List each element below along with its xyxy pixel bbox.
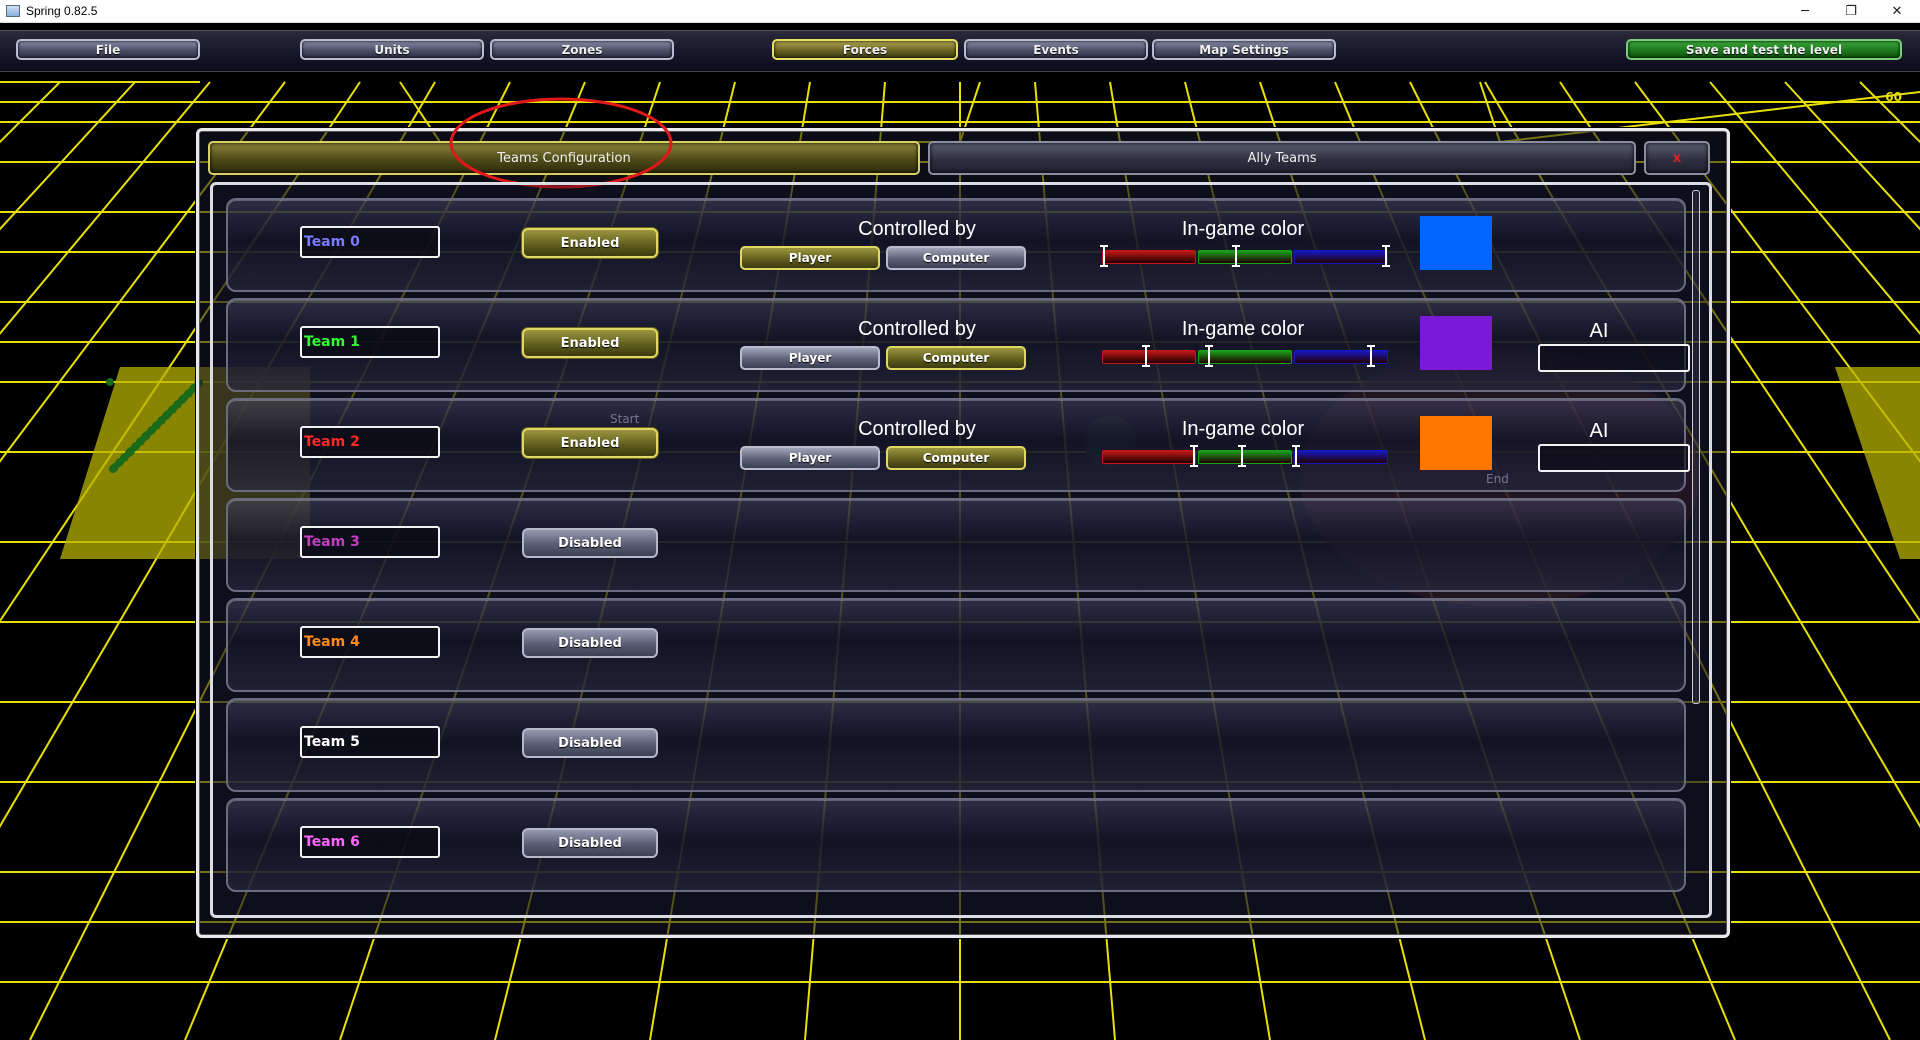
blue-channel-slider[interactable]	[1294, 245, 1390, 267]
green-channel-slider[interactable]	[1198, 245, 1292, 267]
red-channel-slider[interactable]	[1102, 345, 1196, 367]
team-color-swatch	[1420, 216, 1492, 270]
team-status-toggle[interactable]: Disabled	[522, 828, 658, 858]
team-color-swatch	[1420, 416, 1492, 470]
team-row: Team 2 Enabled Controlled by Player Computer…	[226, 398, 1690, 492]
team-name-field[interactable]: Team 0	[300, 226, 440, 258]
blue-channel-slider[interactable]	[1294, 345, 1388, 367]
slider-handle[interactable]	[1142, 345, 1150, 367]
slider-handle[interactable]	[1205, 345, 1213, 367]
dialog-close-button[interactable]: x	[1644, 141, 1710, 175]
menu-units[interactable]: Units	[300, 39, 484, 60]
team-status-toggle[interactable]: Disabled	[522, 528, 658, 558]
blue-channel-slider[interactable]	[1292, 445, 1388, 467]
team-name-field[interactable]: Team 2	[300, 426, 440, 458]
player-button[interactable]: Player	[740, 246, 880, 270]
team-color-swatch	[1420, 316, 1492, 370]
player-button[interactable]: Player	[740, 446, 880, 470]
ingame-color-label: In-game color	[1181, 218, 1305, 240]
window-title: Spring 0.82.5	[26, 4, 98, 18]
team-row: Team 5 Disabled	[226, 698, 1686, 792]
ingame-color-label: In-game color	[1181, 318, 1305, 340]
controlled-by-label: Controlled by	[858, 318, 976, 340]
team-row: Team 3 Disabled	[226, 498, 1686, 592]
map-yellow-zone-right	[1835, 367, 1920, 559]
team-status-toggle[interactable]: Disabled	[522, 728, 658, 758]
restore-button[interactable]: ❐	[1828, 0, 1874, 22]
teams-list-scrollbar[interactable]	[1692, 190, 1700, 704]
ai-name-field[interactable]	[1538, 444, 1690, 472]
minimize-button[interactable]: ─	[1782, 0, 1828, 22]
ai-label: AI	[1589, 420, 1609, 442]
menu-zones[interactable]: Zones	[490, 39, 674, 60]
slider-handle[interactable]	[1232, 245, 1240, 267]
app-icon	[6, 5, 20, 17]
computer-button[interactable]: Computer	[886, 246, 1026, 270]
tab-teams-configuration[interactable]: Teams Configuration	[208, 141, 920, 175]
team-row: Team 0 Enabled Controlled by Player Computer…	[226, 198, 1686, 292]
team-name-field[interactable]: Team 6	[300, 826, 440, 858]
team-name-field[interactable]: Team 1	[300, 326, 440, 358]
map-end-marker: End	[1486, 472, 1509, 486]
controlled-by-label: Controlled by	[858, 418, 976, 440]
green-channel-slider[interactable]	[1198, 445, 1292, 467]
editor-menu-bar: File Units Zones Forces Events Map Setti…	[0, 30, 1920, 72]
team-status-toggle[interactable]: Enabled	[522, 428, 658, 458]
team-name-field[interactable]: Team 5	[300, 726, 440, 758]
ai-name-field[interactable]	[1538, 344, 1690, 372]
team-row: Team 6 Disabled	[226, 798, 1686, 892]
slider-handle[interactable]	[1238, 445, 1246, 467]
close-window-button[interactable]: ✕	[1874, 0, 1920, 22]
red-channel-slider[interactable]	[1102, 445, 1198, 467]
team-status-toggle[interactable]: Enabled	[522, 228, 658, 258]
tab-ally-teams[interactable]: Ally Teams	[928, 141, 1636, 175]
team-row: Team 4 Disabled	[226, 598, 1686, 692]
green-channel-slider[interactable]	[1198, 345, 1292, 367]
menu-map-settings[interactable]: Map Settings	[1152, 39, 1336, 60]
slider-handle[interactable]	[1190, 445, 1198, 467]
menu-forces[interactable]: Forces	[772, 39, 958, 60]
save-and-test-button[interactable]: Save and test the level	[1626, 39, 1902, 60]
slider-handle[interactable]	[1382, 245, 1390, 267]
team-status-toggle[interactable]: Enabled	[522, 328, 658, 358]
fps-counter: 60	[1885, 90, 1902, 104]
menu-events[interactable]: Events	[964, 39, 1148, 60]
slider-handle[interactable]	[1292, 445, 1300, 467]
slider-handle[interactable]	[1100, 245, 1108, 267]
team-name-field[interactable]: Team 3	[300, 526, 440, 558]
player-button[interactable]: Player	[740, 346, 880, 370]
team-row: Team 1 Enabled Controlled by Player Computer…	[226, 298, 1690, 392]
red-channel-slider[interactable]	[1100, 245, 1196, 267]
team-name-field[interactable]: Team 4	[300, 626, 440, 658]
ai-label: AI	[1589, 320, 1609, 342]
map-start-marker: Start	[610, 412, 640, 426]
window-title-bar: Spring 0.82.5 ─ ❐ ✕	[0, 0, 1920, 23]
computer-button[interactable]: Computer	[886, 446, 1026, 470]
computer-button[interactable]: Computer	[886, 346, 1026, 370]
team-status-toggle[interactable]: Disabled	[522, 628, 658, 658]
ingame-color-label: In-game color	[1181, 418, 1305, 440]
controlled-by-label: Controlled by	[858, 218, 976, 240]
menu-file[interactable]: File	[16, 39, 200, 60]
slider-handle[interactable]	[1367, 345, 1375, 367]
